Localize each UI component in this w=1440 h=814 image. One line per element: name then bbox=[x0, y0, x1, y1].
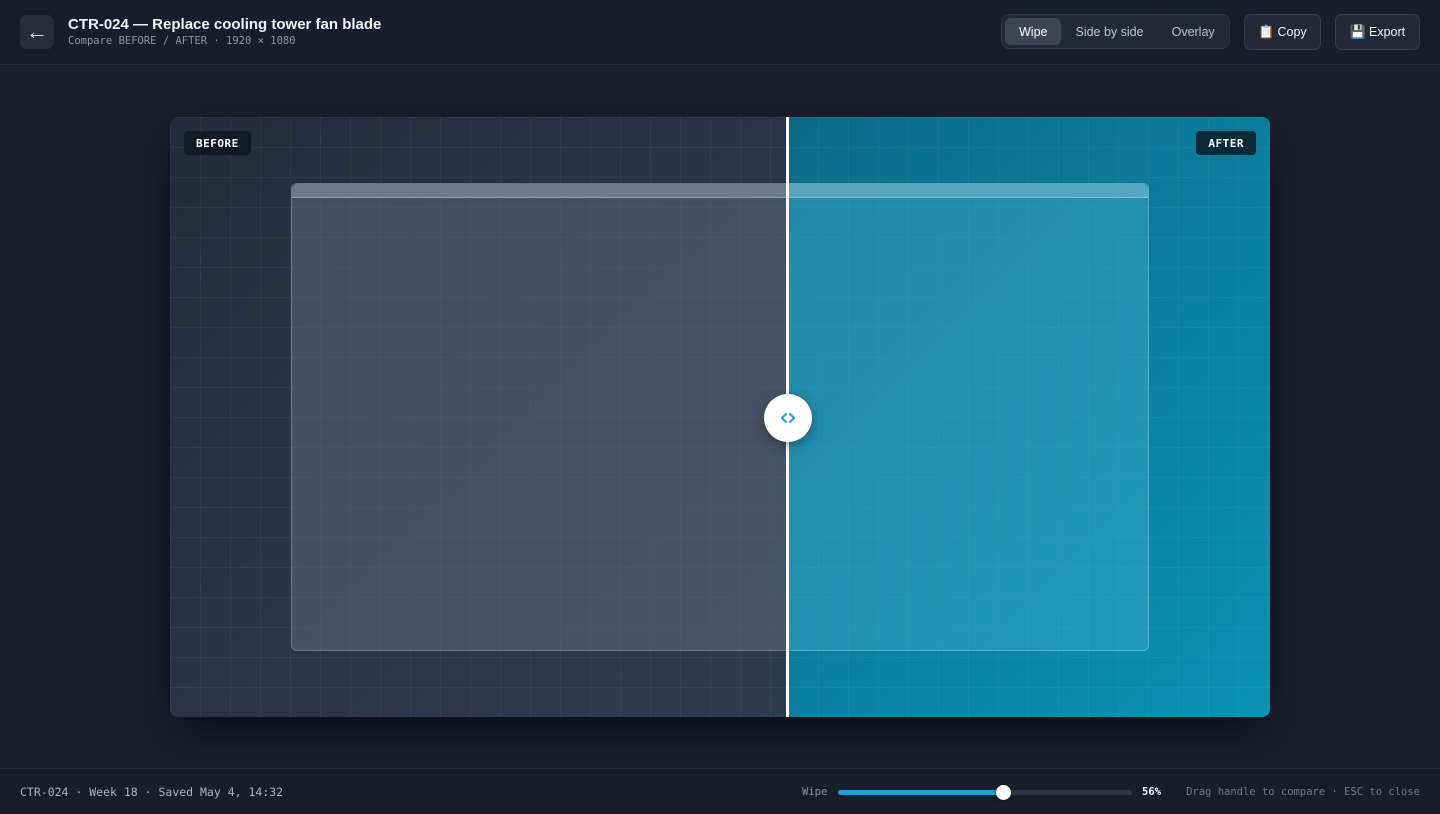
page-title: CTR-024 — Replace cooling tower fan blad… bbox=[68, 16, 382, 33]
after-label: AFTER bbox=[1196, 131, 1256, 155]
tab-overlay[interactable]: Overlay bbox=[1158, 18, 1229, 45]
wipe-handle[interactable] bbox=[764, 394, 812, 442]
copy-button[interactable]: 📋 Copy bbox=[1244, 14, 1321, 50]
after-window-mock bbox=[788, 183, 1149, 651]
before-label: BEFORE bbox=[184, 131, 251, 155]
wipe-slider-thumb[interactable] bbox=[996, 785, 1011, 800]
copy-button-label: Copy bbox=[1277, 25, 1307, 39]
back-button[interactable]: ← bbox=[20, 15, 54, 49]
page-subtitle: Compare BEFORE / AFTER · 1920 × 1080 bbox=[68, 35, 296, 47]
arrow-left-icon: ← bbox=[26, 19, 48, 44]
tab-side-by-side[interactable]: Side by side bbox=[1061, 18, 1157, 45]
wipe-slider-fill bbox=[838, 790, 1003, 795]
wipe-percent: 56% bbox=[1142, 786, 1161, 798]
floppy-disk-icon: 💾 bbox=[1349, 24, 1367, 39]
clipboard-icon: 📋 bbox=[1258, 24, 1275, 39]
status-bar: CTR-024 · Week 18 · Saved May 4, 14:32 W… bbox=[0, 768, 1440, 814]
export-button[interactable]: 💾 Export bbox=[1335, 14, 1420, 50]
export-button-label: Export bbox=[1369, 25, 1406, 39]
status-text: CTR-024 · Week 18 · Saved May 4, 14:32 bbox=[20, 785, 284, 799]
wipe-slider-label: Wipe bbox=[802, 786, 828, 798]
compare-mode-selector: Wipe Side by side Overlay bbox=[1001, 14, 1230, 49]
wipe-slider[interactable] bbox=[838, 785, 1132, 800]
tab-wipe[interactable]: Wipe bbox=[1005, 18, 1062, 45]
after-image bbox=[788, 117, 1270, 717]
top-bar: ← CTR-024 — Replace cooling tower fan bl… bbox=[0, 0, 1440, 65]
compare-stage[interactable]: BEFORE AFTER bbox=[170, 117, 1270, 717]
hint-text: Drag handle to compare · ESC to close bbox=[1186, 786, 1420, 798]
after-window-titlebar bbox=[788, 184, 1148, 198]
compare-arrows-icon bbox=[781, 413, 795, 423]
